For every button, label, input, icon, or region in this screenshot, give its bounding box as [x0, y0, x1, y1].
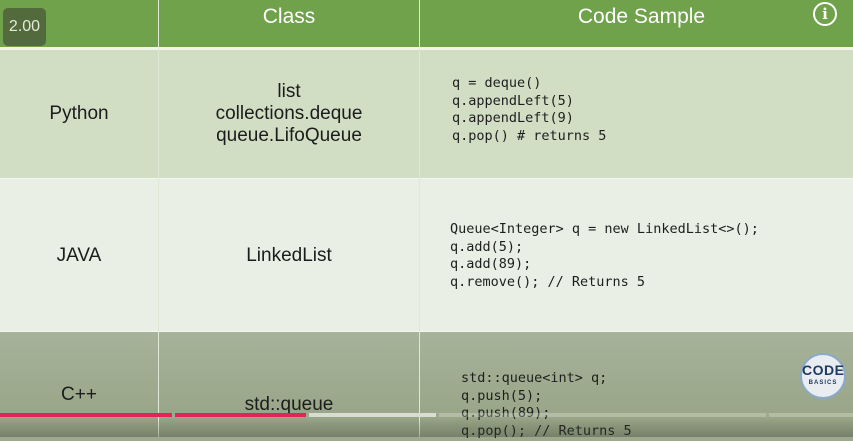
code-line: q.add(89); — [450, 256, 532, 273]
code-line: q.pop() # returns 5 — [452, 128, 607, 145]
class-cell: list collections.deque queue.LifoQueue — [159, 81, 419, 147]
chapter-gap — [766, 412, 769, 418]
playback-speed-badge[interactable]: 2.00 — [3, 8, 46, 46]
chapter-gap — [436, 412, 439, 418]
class-name: collections.deque — [215, 103, 363, 124]
header-code-sample: Code Sample — [577, 5, 706, 28]
progress-played — [0, 413, 307, 417]
language-cell: Python — [49, 103, 109, 124]
video-frame[interactable]: Class Code Sample Python list collection… — [0, 0, 853, 439]
header-class: Class — [262, 5, 316, 28]
code-basics-logo: CODE BASICS — [800, 353, 846, 399]
table-row-python: Python list collections.deque queue.Lifo… — [0, 50, 853, 178]
table-header-row: Class Code Sample — [0, 0, 853, 50]
video-progress-bar[interactable] — [0, 412, 853, 418]
class-cell: LinkedList — [159, 245, 419, 267]
code-sample: q = deque() q.appendLeft(5) q.appendLeft(9… — [452, 75, 606, 146]
code-line: q.appendLeft(9) — [452, 110, 574, 127]
row-divider — [0, 178, 853, 179]
logo-main-text: CODE — [802, 362, 845, 378]
code-line: q.add(5); — [450, 238, 524, 255]
class-name: LinkedList — [246, 245, 332, 266]
class-name: queue.LifoQueue — [216, 125, 362, 146]
column-divider — [419, 0, 420, 437]
controls-shade — [0, 418, 853, 437]
code-line: q.remove(); // Returns 5 — [450, 274, 646, 291]
chapter-gap — [172, 412, 175, 418]
table-row-java: JAVA LinkedList Queue<Integer> q = new L… — [0, 179, 853, 331]
code-line: q.appendLeft(5) — [452, 92, 574, 109]
code-line: Queue<Integer> q = new LinkedList<>(); — [450, 221, 759, 237]
logo-sub-text: BASICS — [808, 380, 838, 386]
row-divider — [0, 331, 853, 332]
code-sample: Queue<Integer> q = new LinkedList<>(); q.… — [450, 221, 759, 292]
chapter-gap — [306, 412, 309, 418]
class-name: list — [277, 81, 301, 102]
column-divider — [158, 0, 159, 437]
code-line: q.push(5); — [461, 387, 543, 404]
info-icon[interactable]: i — [813, 2, 837, 26]
language-cell: C++ — [61, 384, 97, 405]
code-line: q = deque() — [452, 75, 542, 91]
code-line: std::queue<int> q; — [461, 370, 608, 386]
language-cell: JAVA — [56, 245, 102, 266]
